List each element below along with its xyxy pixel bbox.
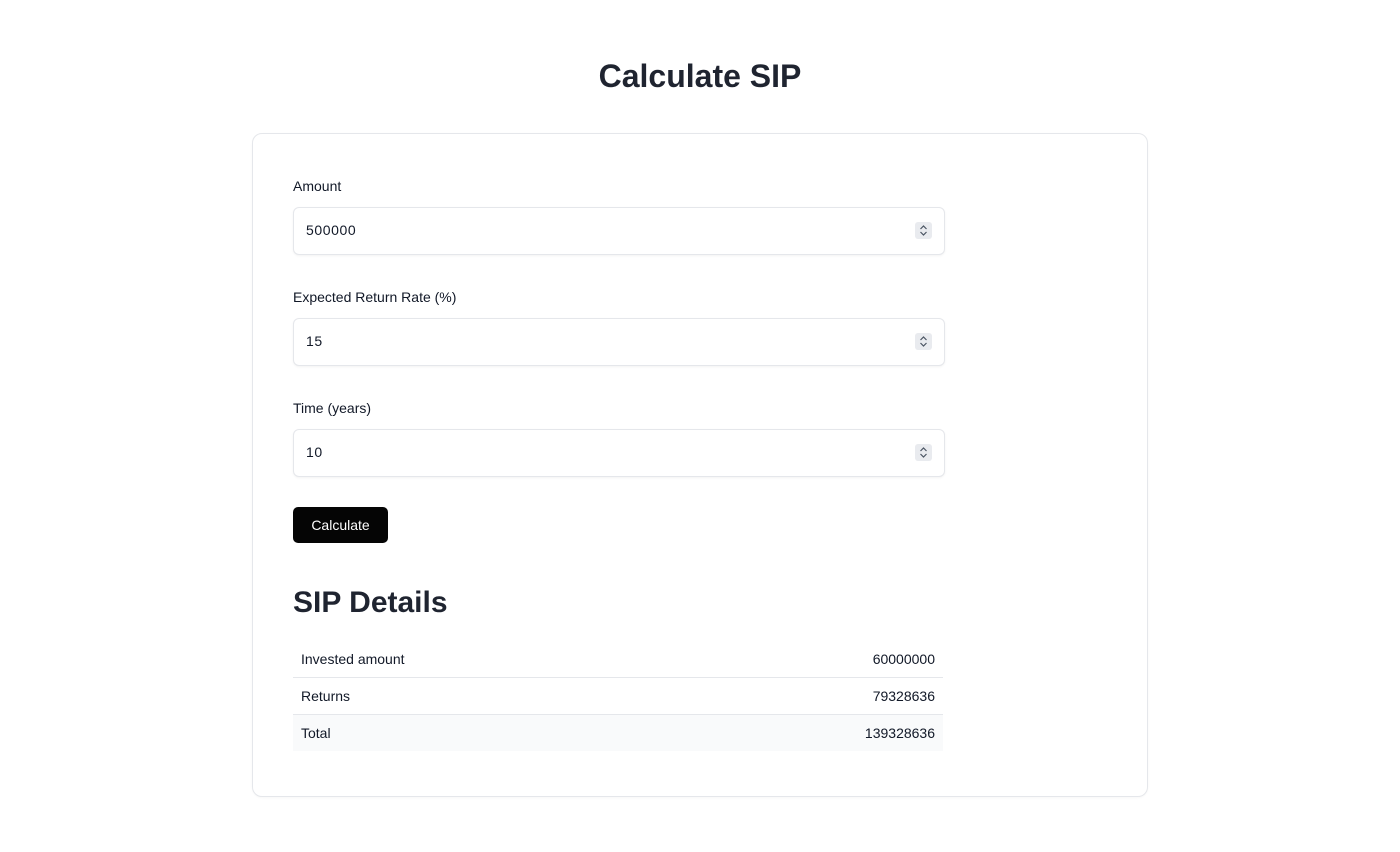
calculate-button[interactable]: Calculate: [293, 507, 388, 543]
rate-label: Expected Return Rate (%): [293, 289, 457, 305]
invested-amount-value: 60000000: [872, 651, 935, 667]
rate-input[interactable]: [294, 319, 896, 363]
amount-stepper[interactable]: [915, 222, 932, 239]
page-title: Calculate SIP: [598, 58, 802, 94]
time-input[interactable]: [294, 430, 896, 474]
returns-value: 79328636: [872, 688, 935, 704]
sip-details-title: SIP Details: [293, 586, 448, 619]
amount-field-wrapper: [293, 207, 945, 255]
rate-stepper[interactable]: [915, 333, 932, 350]
sip-card: Amount Expected Return Rate (%): [252, 133, 1148, 797]
chevron-up-down-icon: [920, 336, 927, 347]
chevron-up-down-icon: [920, 225, 927, 236]
sip-details-table: Invested amount 60000000 Returns 7932863…: [293, 641, 943, 751]
table-row: Returns 79328636: [293, 678, 943, 715]
total-value: 139328636: [864, 725, 935, 741]
time-label: Time (years): [293, 400, 372, 416]
amount-label: Amount: [293, 178, 342, 194]
time-field-wrapper: [293, 429, 945, 477]
table-row: Invested amount 60000000: [293, 641, 943, 678]
rate-field-wrapper: [293, 318, 945, 366]
time-stepper[interactable]: [915, 444, 932, 461]
returns-label: Returns: [301, 688, 351, 704]
page: Calculate SIP Amount Expected Return Rat…: [0, 0, 1400, 852]
chevron-up-down-icon: [920, 447, 927, 458]
invested-amount-label: Invested amount: [301, 651, 405, 667]
sip-form: Amount Expected Return Rate (%): [293, 176, 945, 751]
total-label: Total: [301, 725, 331, 741]
amount-input[interactable]: [294, 208, 896, 252]
table-row: Total 139328636: [293, 714, 943, 751]
